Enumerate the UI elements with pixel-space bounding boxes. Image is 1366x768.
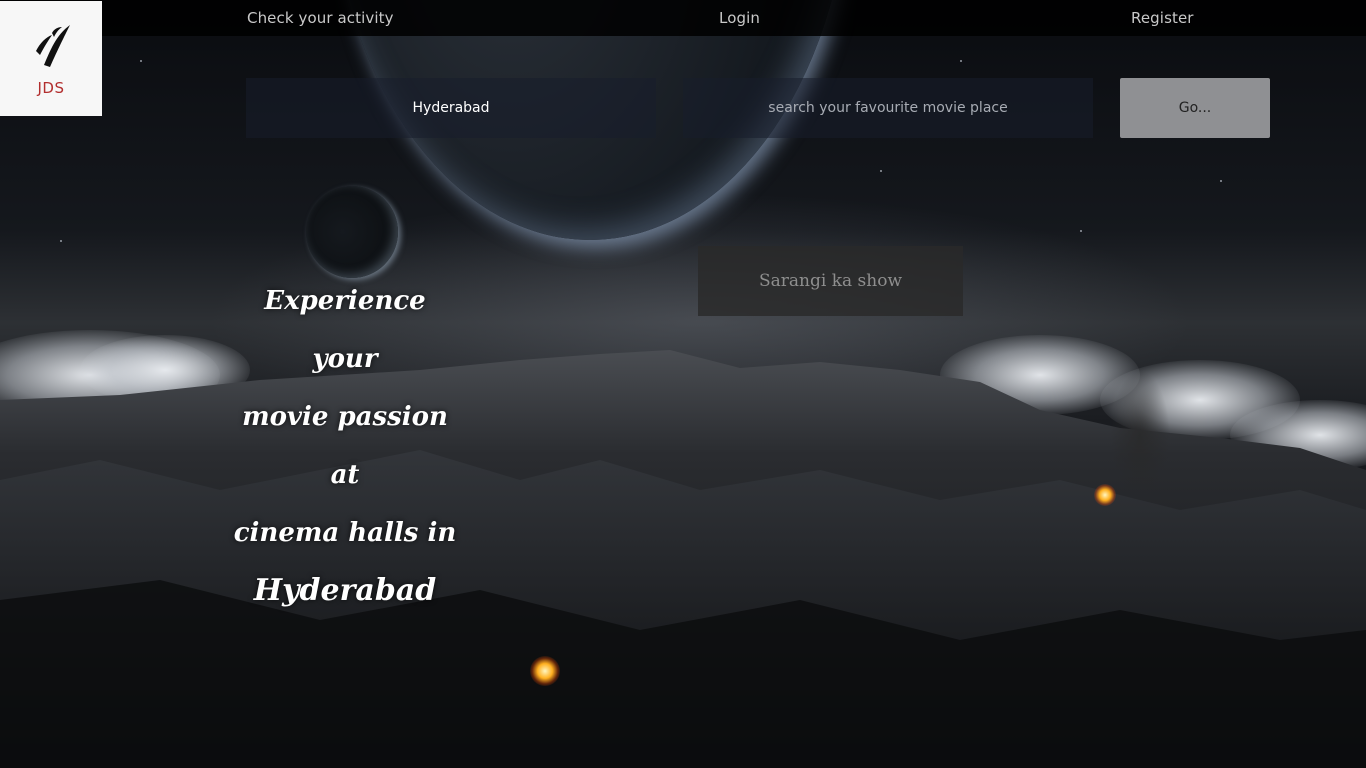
city-field[interactable] bbox=[246, 78, 656, 138]
logo[interactable]: JDS bbox=[0, 1, 102, 116]
hero-line: Experience your bbox=[264, 286, 426, 374]
background-moon bbox=[306, 186, 398, 278]
hero-line: Hyderabad bbox=[253, 573, 437, 608]
nav-login-link[interactable]: Login bbox=[719, 9, 760, 27]
star bbox=[880, 170, 882, 172]
star bbox=[1080, 230, 1082, 232]
star bbox=[140, 60, 142, 62]
smoke-plume bbox=[1110, 370, 1170, 500]
jds-logo-icon bbox=[36, 25, 70, 67]
star bbox=[60, 240, 62, 242]
featured-show-card[interactable]: Sarangi ka show bbox=[698, 246, 963, 316]
hero-line: movie passion at bbox=[242, 402, 448, 490]
nav-check-activity-link[interactable]: Check your activity bbox=[247, 9, 394, 27]
hero-text: Experience your movie passion at cinema … bbox=[230, 272, 460, 620]
nav-register-link[interactable]: Register bbox=[1131, 9, 1194, 27]
fire-spot bbox=[1094, 484, 1116, 506]
hero-line: cinema halls in bbox=[233, 518, 457, 548]
go-button[interactable]: Go... bbox=[1120, 78, 1270, 138]
page: Check your activity Login Register JDS G… bbox=[0, 0, 1366, 768]
star bbox=[960, 60, 962, 62]
fire-spot bbox=[530, 656, 560, 686]
star bbox=[1220, 180, 1222, 182]
logo-text: JDS bbox=[37, 79, 65, 97]
top-nav-bar: Check your activity Login Register bbox=[0, 0, 1366, 36]
search-input[interactable] bbox=[683, 78, 1093, 138]
